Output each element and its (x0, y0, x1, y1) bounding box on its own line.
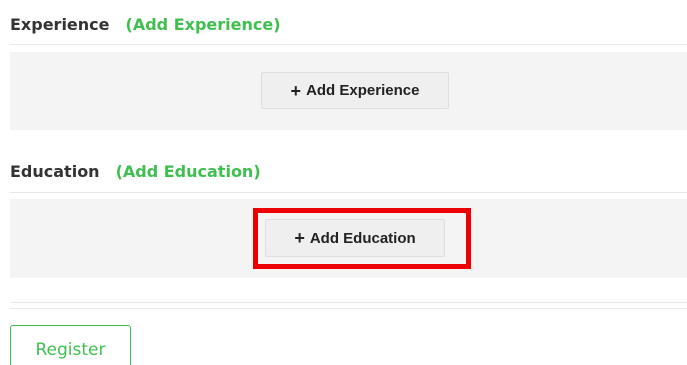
experience-header: Experience (Add Experience) (10, 15, 281, 34)
form-footer-divider-top (10, 302, 687, 303)
add-education-link[interactable]: (Add Education) (116, 162, 261, 181)
add-experience-button[interactable]: + Add Experience (261, 72, 449, 109)
highlight-box (253, 208, 471, 269)
education-title: Education (10, 162, 100, 181)
experience-divider (10, 44, 687, 45)
registration-form: Experience (Add Experience) + Add Experi… (0, 0, 687, 365)
add-experience-link[interactable]: (Add Experience) (126, 15, 281, 34)
register-button[interactable]: Register (10, 325, 131, 365)
experience-panel: + Add Experience (10, 52, 687, 130)
form-footer-divider-bottom (10, 308, 687, 309)
add-experience-button-label: Add Experience (306, 82, 420, 99)
education-header: Education (Add Education) (10, 162, 261, 181)
plus-icon: + (290, 80, 302, 101)
education-divider (10, 192, 687, 193)
experience-title: Experience (10, 15, 110, 34)
